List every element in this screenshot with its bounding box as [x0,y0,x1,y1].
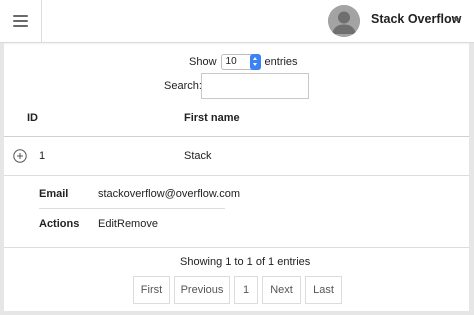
header-divider [4,136,469,137]
detail-divider [39,208,225,209]
user-name[interactable]: Stack Overflow [371,12,461,26]
detail-actions-label: Actions [39,218,80,230]
page-1-button[interactable]: 1 [234,276,258,304]
length-prefix: Show [189,56,217,68]
previous-page-button[interactable]: Previous [174,276,230,304]
top-bar: Stack Overflow [0,0,474,43]
row-first-name: Stack [184,150,212,162]
entries-length-control: Show 10 entries [189,54,298,70]
page: Stack Overflow Show 10 entries Search: I… [0,0,474,315]
row-id: 1 [39,150,46,162]
first-page-button[interactable]: First [133,276,170,304]
next-page-button[interactable]: Next [262,276,301,304]
remove-link[interactable]: Remove [117,218,158,230]
search-input[interactable] [201,73,309,99]
table-info: Showing 1 to 1 of 1 entries [180,256,311,268]
detail-email-value: stackoverflow@overflow.com [98,188,240,200]
content-frame-bottom [0,311,474,315]
content-frame-right [469,43,474,315]
hamburger-menu-icon[interactable] [0,0,42,42]
column-header-id[interactable]: ID [27,112,38,124]
select-stepper-icon[interactable] [249,54,261,70]
chevron-down-icon[interactable] [452,14,462,24]
menu-bar [13,25,28,27]
avatar-icon[interactable] [328,5,360,37]
detail-email-label: Email [39,188,69,200]
content-frame-left [0,43,4,315]
row-divider [4,175,469,176]
entries-select-value: 10 [225,56,237,67]
menu-bar [13,15,28,17]
last-page-button[interactable]: Last [305,276,342,304]
menu-bar [13,20,28,22]
expand-row-icon[interactable] [13,149,27,163]
length-suffix: entries [264,56,298,68]
table-bottom-divider [4,247,469,248]
entries-select[interactable]: 10 [220,54,261,70]
search-label: Search: [164,80,202,92]
edit-link[interactable]: Edit [98,218,117,230]
column-header-first-name[interactable]: First name [184,112,240,124]
